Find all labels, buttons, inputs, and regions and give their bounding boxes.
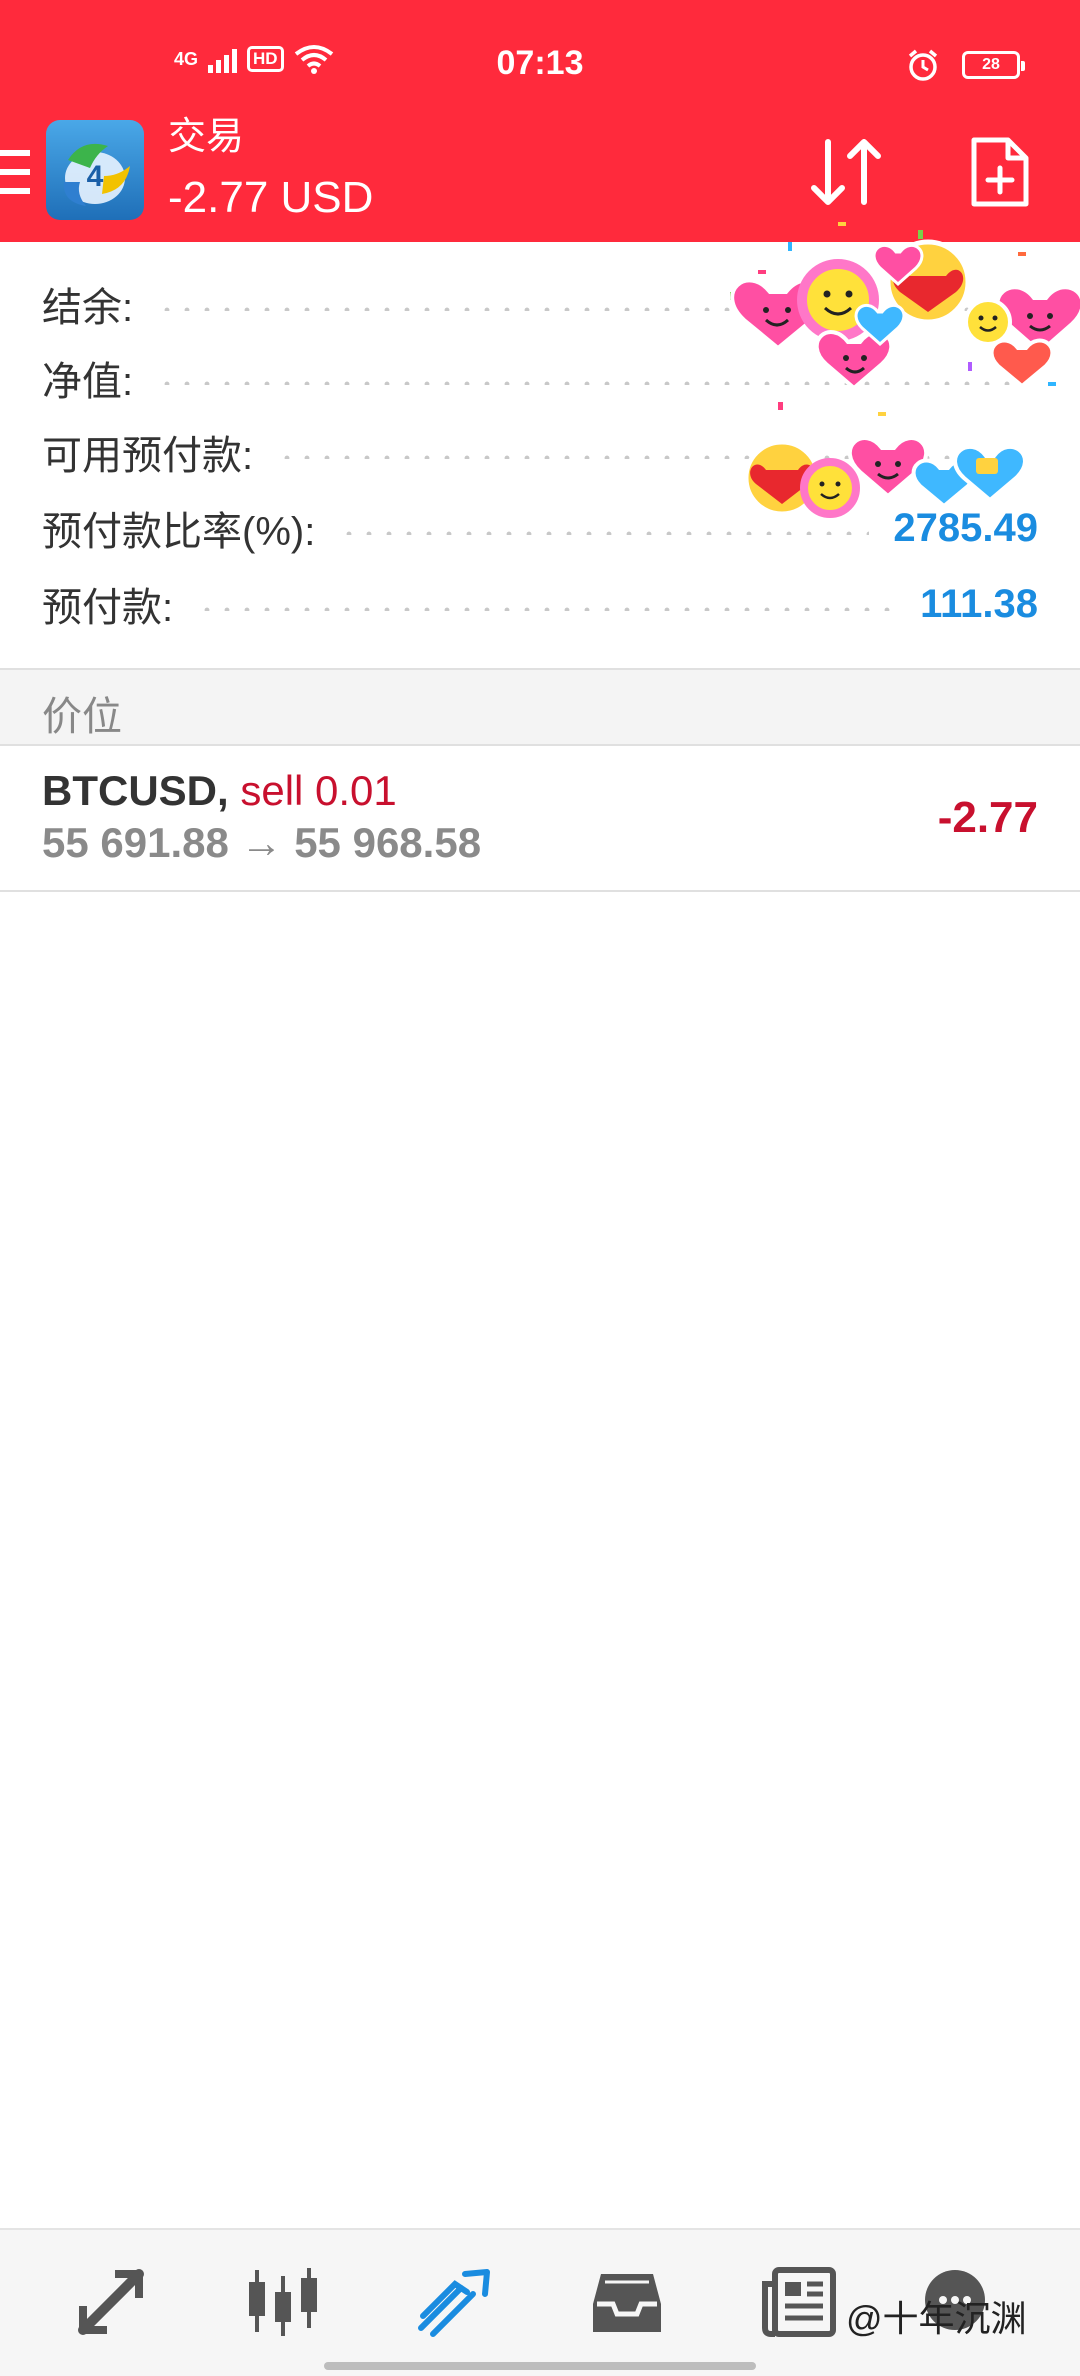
news-icon [762, 2267, 836, 2337]
nav-news[interactable] [754, 2260, 844, 2344]
header-balance: -2.77 USD [168, 173, 374, 222]
quotes-arrows-icon [78, 2269, 144, 2335]
nav-quotes[interactable] [66, 2260, 156, 2344]
smiley-sticker-icon [800, 458, 860, 518]
sort-icon[interactable] [806, 136, 886, 208]
price-arrow: → [240, 819, 283, 866]
bottom-nav: @十年沉渊 [0, 2228, 1080, 2376]
open-price: 55 691.88 [42, 819, 229, 866]
metatrader-logo-icon: 4 [63, 143, 130, 206]
position-profit: -2.77 [937, 793, 1038, 842]
nav-history[interactable] [582, 2260, 672, 2344]
status-bar-right: 28 [906, 48, 1025, 82]
positions-section-header: 价位 [0, 668, 1080, 746]
smiley-sticker-icon [964, 298, 1012, 346]
menu-button[interactable] [0, 150, 30, 194]
position-prices: 55 691.88 → 55 968.58 [42, 818, 481, 868]
section-title: 价位 [42, 695, 122, 739]
chart-candles-icon [249, 2268, 317, 2336]
position-symbol: BTCUSD, [42, 767, 229, 814]
alarm-icon [908, 49, 938, 81]
current-price: 55 968.58 [294, 819, 482, 866]
blue-heart-sticker-icon [953, 444, 1027, 503]
svg-text:4: 4 [87, 160, 104, 193]
history-inbox-icon [593, 2274, 661, 2332]
leader-dots [197, 607, 897, 611]
position-title: BTCUSD, sell 0.01 [42, 766, 397, 816]
sticker-overlay [730, 222, 1080, 518]
position-side: sell 0.01 [240, 767, 397, 814]
status-bar: 4G HD 07:13 28 [0, 0, 1080, 120]
summary-label: 净值: [42, 360, 134, 404]
summary-label: 预付款: [42, 586, 174, 630]
summary-label: 可用预付款: [42, 434, 254, 478]
battery-icon: 28 [962, 51, 1025, 79]
trade-icon [418, 2269, 490, 2337]
heart-sticker-icon [989, 338, 1055, 389]
position-row[interactable]: BTCUSD, sell 0.01 55 691.88 → 55 968.58 … [0, 746, 1080, 892]
summary-label: 结余: [42, 286, 134, 330]
new-order-icon[interactable] [968, 134, 1032, 210]
nav-chart[interactable] [238, 2260, 328, 2344]
app-logo: 4 [46, 120, 144, 220]
nav-trade[interactable] [410, 2260, 500, 2344]
page-title: 交易 [168, 116, 245, 158]
summary-row-margin: 预付款: 111.38 [42, 572, 1038, 636]
watermark-text: @十年沉渊 [846, 2298, 1027, 2339]
home-indicator[interactable] [324, 2362, 756, 2370]
summary-value: 111.38 [920, 581, 1038, 626]
battery-level: 28 [982, 56, 1000, 73]
summary-label: 预付款比率(%): [42, 510, 316, 554]
app-header: 4G HD 07:13 28 4 交易 -2.77 USD [0, 0, 1080, 242]
